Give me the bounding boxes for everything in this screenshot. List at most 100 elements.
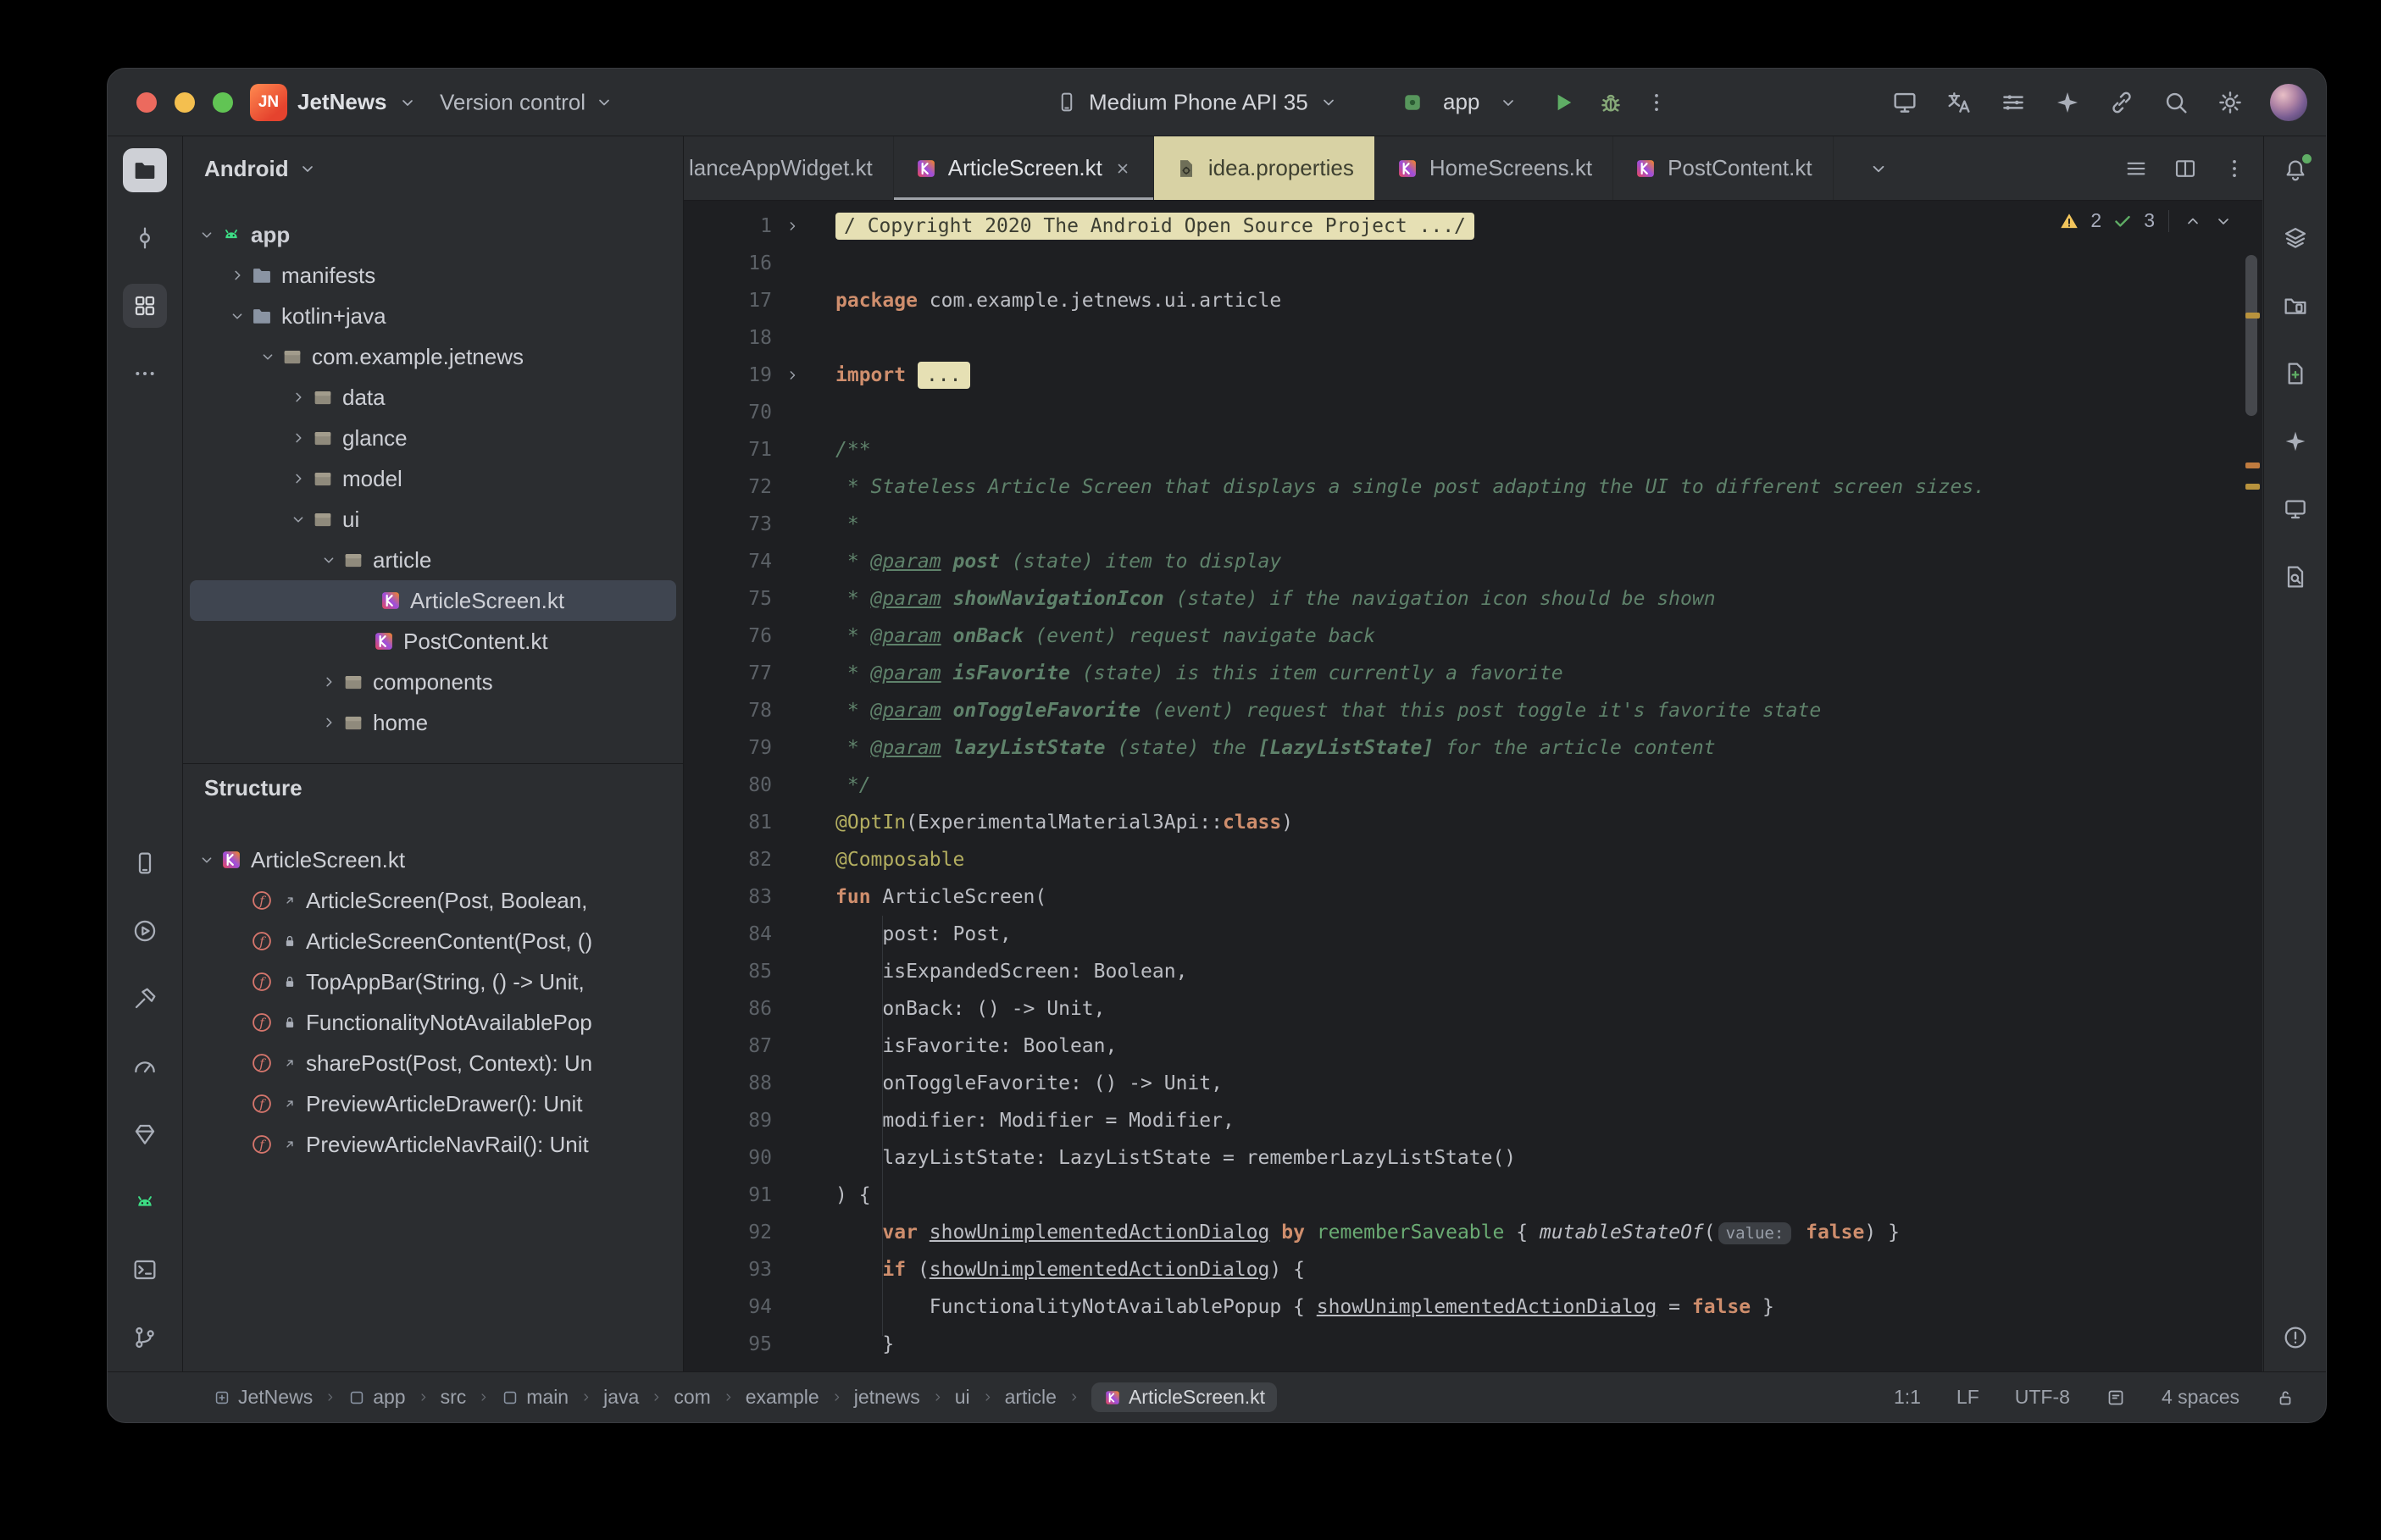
code-text[interactable]: * @param isFavorite (state) is this item… <box>831 662 1563 684</box>
gutter[interactable]: 70 <box>684 402 831 424</box>
resource-manager-button[interactable] <box>2273 352 2317 396</box>
indent-info[interactable]: 4 spaces <box>2162 1386 2239 1409</box>
structure-item-sharePost(Post, Context): Un[interactable]: f sharePost(Post, Context): Un <box>183 1043 683 1083</box>
close-window-button[interactable] <box>136 91 157 113</box>
code-text[interactable]: * @param lazyListState (state) the [Lazy… <box>831 737 1716 759</box>
breadcrumb-main[interactable]: main <box>501 1386 569 1409</box>
gutter[interactable]: 71 <box>684 439 831 461</box>
chevron-down-icon[interactable] <box>225 303 250 329</box>
gutter[interactable]: 84 <box>684 923 831 945</box>
chevron-right-icon[interactable] <box>286 385 311 410</box>
gutter[interactable]: 79 <box>684 737 831 759</box>
chevron-right-icon[interactable] <box>286 425 311 451</box>
code-line-76[interactable]: 76 * @param onBack (event) request navig… <box>684 618 2244 655</box>
profiler-button[interactable] <box>123 1044 167 1089</box>
editor-tab-HomeScreens.kt[interactable]: HomeScreens.kt <box>1375 136 1614 200</box>
gutter[interactable]: 72 <box>684 476 831 498</box>
project-item-PostContent.kt[interactable]: PostContent.kt <box>183 621 683 662</box>
view-options-icon[interactable] <box>1999 88 2028 117</box>
breadcrumb-jetnews[interactable]: jetnews <box>854 1386 920 1409</box>
code-text[interactable]: * @param showNavigationIcon (state) if t… <box>831 588 1716 610</box>
code-line-72[interactable]: 72 * Stateless Article Screen that displ… <box>684 468 2244 506</box>
app-inspection-button[interactable] <box>123 1112 167 1156</box>
code-text[interactable]: */ <box>831 774 871 796</box>
code-line-81[interactable]: 81 @OptIn(ExperimentalMaterial3Api::class… <box>684 804 2244 841</box>
code-text[interactable]: * @param onToggleFavorite (event) reques… <box>831 700 1821 722</box>
code-line-77[interactable]: 77 * @param isFavorite (state) is this i… <box>684 655 2244 692</box>
code-text[interactable]: modifier: Modifier = Modifier, <box>831 1110 1234 1132</box>
breadcrumb-app[interactable]: app <box>347 1386 406 1409</box>
chevron-right-icon[interactable] <box>225 263 250 288</box>
project-item-article[interactable]: article <box>183 540 683 580</box>
project-widget[interactable]: JN JetNews <box>250 83 418 121</box>
chevron-down-icon[interactable] <box>194 222 219 247</box>
version-control-button[interactable] <box>123 1316 167 1360</box>
translate-icon[interactable] <box>1945 88 1973 117</box>
code-line-78[interactable]: 78 * @param onToggleFavorite (event) req… <box>684 692 2244 729</box>
code-text[interactable]: if (showUnimplementedActionDialog) { <box>831 1259 1305 1281</box>
gutter[interactable]: 82 <box>684 849 831 871</box>
project-item-app[interactable]: app <box>183 214 683 255</box>
code-line-80[interactable]: 80 */ <box>684 767 2244 804</box>
code-text[interactable]: / Copyright 2020 The Android Open Source… <box>831 213 1474 240</box>
code-line-92[interactable]: 92 var showUnimplementedActionDialog by … <box>684 1214 2244 1251</box>
gutter[interactable]: 85 <box>684 961 831 983</box>
structure-item-TopAppBar(String, () -> Unit,[interactable]: f TopAppBar(String, () -> Unit, <box>183 961 683 1002</box>
breadcrumb-JetNews[interactable]: JetNews <box>213 1386 313 1409</box>
editor-tab-idea.properties[interactable]: idea.properties <box>1153 136 1375 200</box>
code-text[interactable]: * Stateless Article Screen that displays… <box>831 476 1985 498</box>
gutter[interactable]: 77 <box>684 662 831 684</box>
code-editor[interactable]: 1 / Copyright 2020 The Android Open Sourc… <box>684 201 2262 1371</box>
gutter[interactable]: 74 <box>684 551 831 573</box>
code-text[interactable]: /** <box>831 439 871 461</box>
code-text[interactable]: @Composable <box>831 849 964 871</box>
code-line-90[interactable]: 90 lazyListState: LazyListState = rememb… <box>684 1139 2244 1177</box>
code-text[interactable]: import ... <box>831 362 970 389</box>
code-line-91[interactable]: 91) { <box>684 1177 2244 1214</box>
file-writable-icon[interactable] <box>2275 1388 2295 1408</box>
run-button[interactable] <box>1549 88 1578 117</box>
problems-button[interactable] <box>2273 1316 2317 1360</box>
project-item-model[interactable]: model <box>183 458 683 499</box>
code-line-83[interactable]: 83 fun ArticleScreen( <box>684 878 2244 916</box>
editor-scrollbar[interactable] <box>2245 255 2257 416</box>
chevron-right-icon[interactable] <box>316 710 341 735</box>
project-item-com.example.jetnews[interactable]: com.example.jetnews <box>183 336 683 377</box>
vcs-widget[interactable]: Version control <box>440 89 614 115</box>
project-item-manifests[interactable]: manifests <box>183 255 683 296</box>
inspections-widget[interactable]: 2 3 <box>2058 209 2234 232</box>
code-line-87[interactable]: 87 isFavorite: Boolean, <box>684 1028 2244 1065</box>
code-text[interactable]: onBack: () -> Unit, <box>831 998 1105 1020</box>
code-text[interactable]: var showUnimplementedActionDialog by rem… <box>831 1221 1900 1244</box>
gutter[interactable]: 90 <box>684 1147 831 1169</box>
chevron-down-icon[interactable] <box>255 344 280 369</box>
more-run-actions-button[interactable] <box>1644 90 1669 115</box>
code-text[interactable]: } <box>831 1333 894 1355</box>
breadcrumb-ui[interactable]: ui <box>955 1386 970 1409</box>
code-line-85[interactable]: 85 isExpandedScreen: Boolean, <box>684 953 2244 990</box>
device-mirroring-icon[interactable] <box>1890 88 1919 117</box>
breadcrumb-ArticleScreen.kt[interactable]: ArticleScreen.kt <box>1091 1382 1278 1412</box>
more-tool-windows-button[interactable] <box>123 352 167 396</box>
gutter[interactable]: 18 <box>684 327 831 349</box>
breadcrumb-article[interactable]: article <box>1005 1386 1057 1409</box>
device-manager-button[interactable] <box>123 841 167 885</box>
split-editor-button[interactable] <box>2173 156 2198 181</box>
code-line-17[interactable]: 17 package com.example.jetnews.ui.article <box>684 282 2244 319</box>
gutter[interactable]: 94 <box>684 1296 831 1318</box>
gutter[interactable]: 76 <box>684 625 831 647</box>
project-item-home[interactable]: home <box>183 702 683 743</box>
zoom-window-button[interactable] <box>213 91 233 113</box>
code-line-79[interactable]: 79 * @param lazyListState (state) the [L… <box>684 729 2244 767</box>
gutter[interactable]: 78 <box>684 700 831 722</box>
chevron-down-icon[interactable] <box>194 847 219 872</box>
warning-stripe-mark[interactable] <box>2245 463 2260 468</box>
code-line-70[interactable]: 70 <box>684 394 2244 431</box>
code-text[interactable]: ) { <box>831 1184 871 1206</box>
commit-tool-button[interactable] <box>123 216 167 260</box>
gutter[interactable]: 89 <box>684 1110 831 1132</box>
structure-item-FunctionalityNotAvailablePop[interactable]: f FunctionalityNotAvailablePop <box>183 1002 683 1043</box>
code-line-82[interactable]: 82 @Composable <box>684 841 2244 878</box>
gutter[interactable]: 92 <box>684 1221 831 1244</box>
chevron-down-icon[interactable] <box>316 547 341 573</box>
